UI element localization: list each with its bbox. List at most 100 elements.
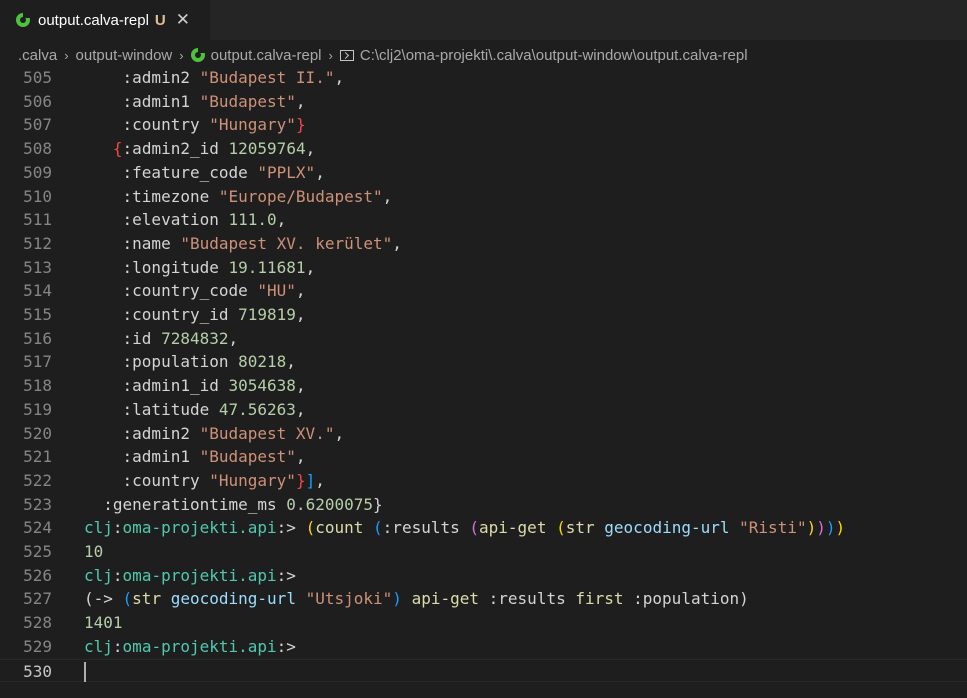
code-line[interactable]: 511 :elevation 111.0, xyxy=(0,208,967,232)
untracked-badge: U xyxy=(154,11,166,29)
code-line[interactable]: 513 :longitude 19.11681, xyxy=(0,256,967,280)
line-number: 506 xyxy=(23,91,52,111)
code-text: 10 xyxy=(84,540,103,564)
breadcrumb-item-file[interactable]: output.calva-repl xyxy=(211,47,322,64)
code-line[interactable]: 506 :admin1 "Budapest", xyxy=(0,90,967,114)
code-token: :admin1_id xyxy=(84,376,229,396)
tab-output-calva-repl[interactable]: output.calva-repl U ✕ xyxy=(0,0,210,40)
code-line[interactable]: 514 :country_code "HU", xyxy=(0,279,967,303)
code-token: :feature_code xyxy=(84,162,258,182)
code-token: : xyxy=(112,565,123,585)
code-token: , xyxy=(305,257,316,277)
code-token: , xyxy=(334,423,345,443)
code-token: :country_id xyxy=(84,305,239,324)
code-token: (-> xyxy=(84,589,123,609)
line-number: 515 xyxy=(23,305,52,324)
code-text: (-> (str geocoding-url "Utsjoki") api-ge… xyxy=(84,587,749,611)
code-token: 10 xyxy=(84,542,104,561)
code-line[interactable]: 515 :country_id 719819, xyxy=(0,303,967,327)
line-number: 518 xyxy=(23,376,52,396)
code-token: } xyxy=(373,494,383,514)
code-token: geocoding-url xyxy=(604,518,730,538)
code-text: :country_code "HU", xyxy=(84,279,306,303)
code-line[interactable]: 527 (-> (str geocoding-url "Utsjoki") api… xyxy=(0,587,967,611)
line-number: 510 xyxy=(23,186,52,206)
code-text: :country "Hungary"}], xyxy=(84,469,325,493)
code-line[interactable]: 528 1401 xyxy=(0,611,967,635)
code-editor[interactable]: 505 :admin2 "Budapest II.", 506 :admin1 "… xyxy=(0,66,967,698)
code-token: } xyxy=(295,470,306,490)
code-token: ) xyxy=(816,518,826,538)
code-line[interactable]: 510 :timezone "Europe/Budapest", xyxy=(0,185,967,209)
code-text: :population 80218, xyxy=(84,350,296,374)
code-token: :population xyxy=(84,352,239,372)
code-token: :admin2_id xyxy=(122,139,229,159)
code-token: :population) xyxy=(623,589,749,609)
line-number: 530 xyxy=(23,661,52,681)
code-text: :country "Hungary"} xyxy=(84,113,306,137)
line-number: 511 xyxy=(23,210,52,230)
code-text xyxy=(84,660,86,684)
code-line[interactable]: 523 :generationtime_ms 0.6200075} xyxy=(0,493,967,517)
code-line[interactable]: 508 {:admin2_id 12059764, xyxy=(0,137,967,161)
code-token: ( xyxy=(305,518,316,538)
code-token: 80218 xyxy=(238,352,287,372)
code-token: , xyxy=(305,139,316,159)
code-line[interactable]: 505 :admin2 "Budapest II.", xyxy=(0,66,967,90)
breadcrumb-item-calva[interactable]: .calva xyxy=(18,47,57,64)
code-line[interactable]: 518 :admin1_id 3054638, xyxy=(0,374,967,398)
line-number: 517 xyxy=(23,352,52,372)
code-line[interactable]: 507 :country "Hungary"} xyxy=(0,113,967,137)
code-text: :admin2 "Budapest II.", xyxy=(84,66,345,90)
terminal-icon xyxy=(339,49,354,61)
code-line[interactable]: 509 :feature_code "PPLX", xyxy=(0,161,967,185)
code-token: str xyxy=(132,589,162,609)
code-token: first xyxy=(575,589,624,609)
code-text: :admin1 "Budapest", xyxy=(84,445,306,469)
code-token: ( xyxy=(122,589,133,609)
code-text: :longitude 19.11681, xyxy=(84,256,316,280)
code-line[interactable]: 520 :admin2 "Budapest XV.", xyxy=(0,422,967,446)
breadcrumb-item-path[interactable]: C:\clj2\oma-projekti\.calva\output-windo… xyxy=(360,47,748,64)
code-text: :id 7284832, xyxy=(84,327,239,351)
code-token: , xyxy=(295,281,306,301)
code-token: , xyxy=(295,376,306,396)
line-number: 520 xyxy=(23,423,52,443)
code-line[interactable]: 529 clj:oma-projekti.api:> xyxy=(0,635,967,659)
code-text: {:admin2_id 12059764, xyxy=(84,137,315,161)
close-icon[interactable]: ✕ xyxy=(176,11,190,29)
code-token: :results xyxy=(479,589,576,609)
code-line[interactable]: 521 :admin1 "Budapest", xyxy=(0,445,967,469)
code-token: ( xyxy=(373,518,383,538)
code-token: 719819 xyxy=(238,305,296,324)
code-token: 0.6200075 xyxy=(286,494,373,514)
code-token: "PPLX" xyxy=(257,162,316,182)
code-token: 111.0 xyxy=(228,210,277,230)
code-text: clj:oma-projekti.api:> xyxy=(84,564,296,588)
code-line[interactable]: 517 :population 80218, xyxy=(0,350,967,374)
code-token: , xyxy=(295,447,306,467)
code-line[interactable]: 519 :latitude 47.56263, xyxy=(0,398,967,422)
code-token: "Risti" xyxy=(739,518,807,538)
code-token: , xyxy=(382,186,393,206)
breadcrumb-item-output-window[interactable]: output-window xyxy=(76,47,173,64)
code-token: clj xyxy=(84,565,113,585)
code-token: :generationtime_ms xyxy=(84,494,287,514)
code-line[interactable]: 522 :country "Hungary"}], xyxy=(0,469,967,493)
code-token: , xyxy=(228,328,239,348)
chevron-right-icon: › xyxy=(328,47,333,63)
tab-bar: output.calva-repl U ✕ xyxy=(0,0,967,40)
code-line[interactable]: 526 clj:oma-projekti.api:> xyxy=(0,564,967,588)
chevron-right-icon: › xyxy=(64,47,69,63)
code-token: , xyxy=(315,162,325,182)
code-line[interactable]: 530 xyxy=(0,658,967,684)
code-line[interactable]: 516 :id 7284832, xyxy=(0,327,967,351)
code-line[interactable]: 525 10 xyxy=(0,540,967,564)
code-line[interactable]: 512 :name "Budapest XV. kerület", xyxy=(0,232,967,256)
code-line[interactable]: 524 clj:oma-projekti.api:> (count (:resul… xyxy=(0,516,967,540)
code-token: :admin1 xyxy=(84,91,200,111)
